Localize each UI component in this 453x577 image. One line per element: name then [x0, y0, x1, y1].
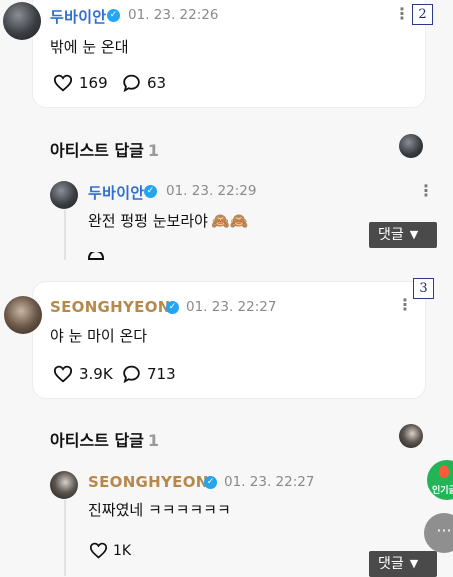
reply-count: 1 [147, 141, 160, 160]
author-name[interactable]: SEONGHYEON [88, 473, 209, 491]
tag-number: 3 [413, 278, 434, 299]
triangle-down-icon: ▼ [409, 228, 419, 241]
reply-toggle-button[interactable]: 댓글 ▼ [369, 222, 437, 248]
more-horizontal-icon: ··· [436, 521, 452, 540]
comment-count: 63 [147, 74, 167, 92]
artist-avatar-small[interactable] [399, 424, 423, 448]
more-options-icon[interactable]: ⋮ [394, 6, 410, 22]
post-text: 밖에 눈 온대 [50, 38, 129, 56]
more-options-icon[interactable]: ⋮ [418, 183, 434, 199]
post-text: 야 눈 마이 온다 [50, 327, 148, 345]
verified-icon: ✓ [144, 185, 157, 198]
popular-posts-button[interactable]: 인기글 [427, 460, 453, 500]
flame-icon [439, 465, 449, 478]
reply-button-label: 댓글 [378, 556, 404, 572]
like-count: 169 [79, 74, 108, 92]
avatar[interactable] [50, 181, 78, 209]
comment-icon [123, 365, 140, 383]
like-button[interactable]: 1K [89, 542, 131, 559]
comment-button[interactable]: 63 [122, 74, 166, 92]
verified-icon: ✓ [107, 9, 120, 22]
heart-icon [53, 74, 73, 92]
monkey-emoji: 🙈🙈 [210, 212, 249, 230]
comment-count: 713 [147, 365, 176, 383]
like-button[interactable]: 169 [53, 74, 108, 92]
verified-icon: ✓ [204, 476, 217, 489]
comment-icon [123, 74, 140, 92]
author-name[interactable]: 두바이안 [50, 6, 106, 27]
reply-count: 1 [147, 431, 160, 450]
triangle-down-icon: ▼ [409, 557, 419, 570]
author-name[interactable]: SEONGHYEON [50, 298, 171, 316]
section-title-label: 아티스트 답글 [50, 141, 144, 160]
reply-text: 진짜였네 ㅋㅋㅋㅋㅋㅋ [88, 501, 231, 519]
reply-date: 01. 23. 22:29 [166, 183, 257, 199]
post-date: 01. 23. 22:26 [128, 7, 219, 23]
verified-icon: ✓ [166, 301, 179, 314]
reply-text: 완전 펑펑 눈보라야 🙈🙈 [88, 210, 248, 231]
artist-avatar-small[interactable] [399, 134, 423, 158]
author-name[interactable]: 두바이안 [88, 182, 144, 203]
artist-reply-header: 아티스트 답글 1 [50, 427, 159, 451]
comment-button[interactable]: 713 [122, 365, 176, 383]
reply-button-label: 댓글 [378, 227, 404, 243]
popular-label: 인기글 [432, 486, 453, 496]
tag-number: 2 [412, 4, 433, 25]
avatar[interactable] [3, 2, 41, 40]
avatar[interactable] [50, 471, 78, 499]
more-options-icon[interactable]: ⋮ [397, 297, 413, 313]
more-menu-button[interactable]: ··· [424, 513, 453, 553]
avatar[interactable] [4, 296, 42, 334]
cropped-stat [88, 252, 118, 260]
reply-text-content: 완전 펑펑 눈보라야 [88, 212, 208, 230]
section-title-label: 아티스트 답글 [50, 431, 144, 450]
post-date: 01. 23. 22:27 [186, 299, 277, 315]
heart-icon [89, 542, 108, 559]
reply-toggle-button[interactable]: 댓글 ▼ [369, 551, 437, 577]
thread-line [64, 210, 66, 260]
like-count: 3.9K [79, 365, 113, 383]
artist-reply-header: 아티스트 답글 1 [50, 137, 159, 161]
thread-line [64, 500, 66, 576]
heart-icon [53, 365, 73, 383]
like-button[interactable]: 3.9K [53, 365, 113, 383]
like-count: 1K [113, 542, 132, 559]
reply-date: 01. 23. 22:27 [224, 474, 315, 490]
